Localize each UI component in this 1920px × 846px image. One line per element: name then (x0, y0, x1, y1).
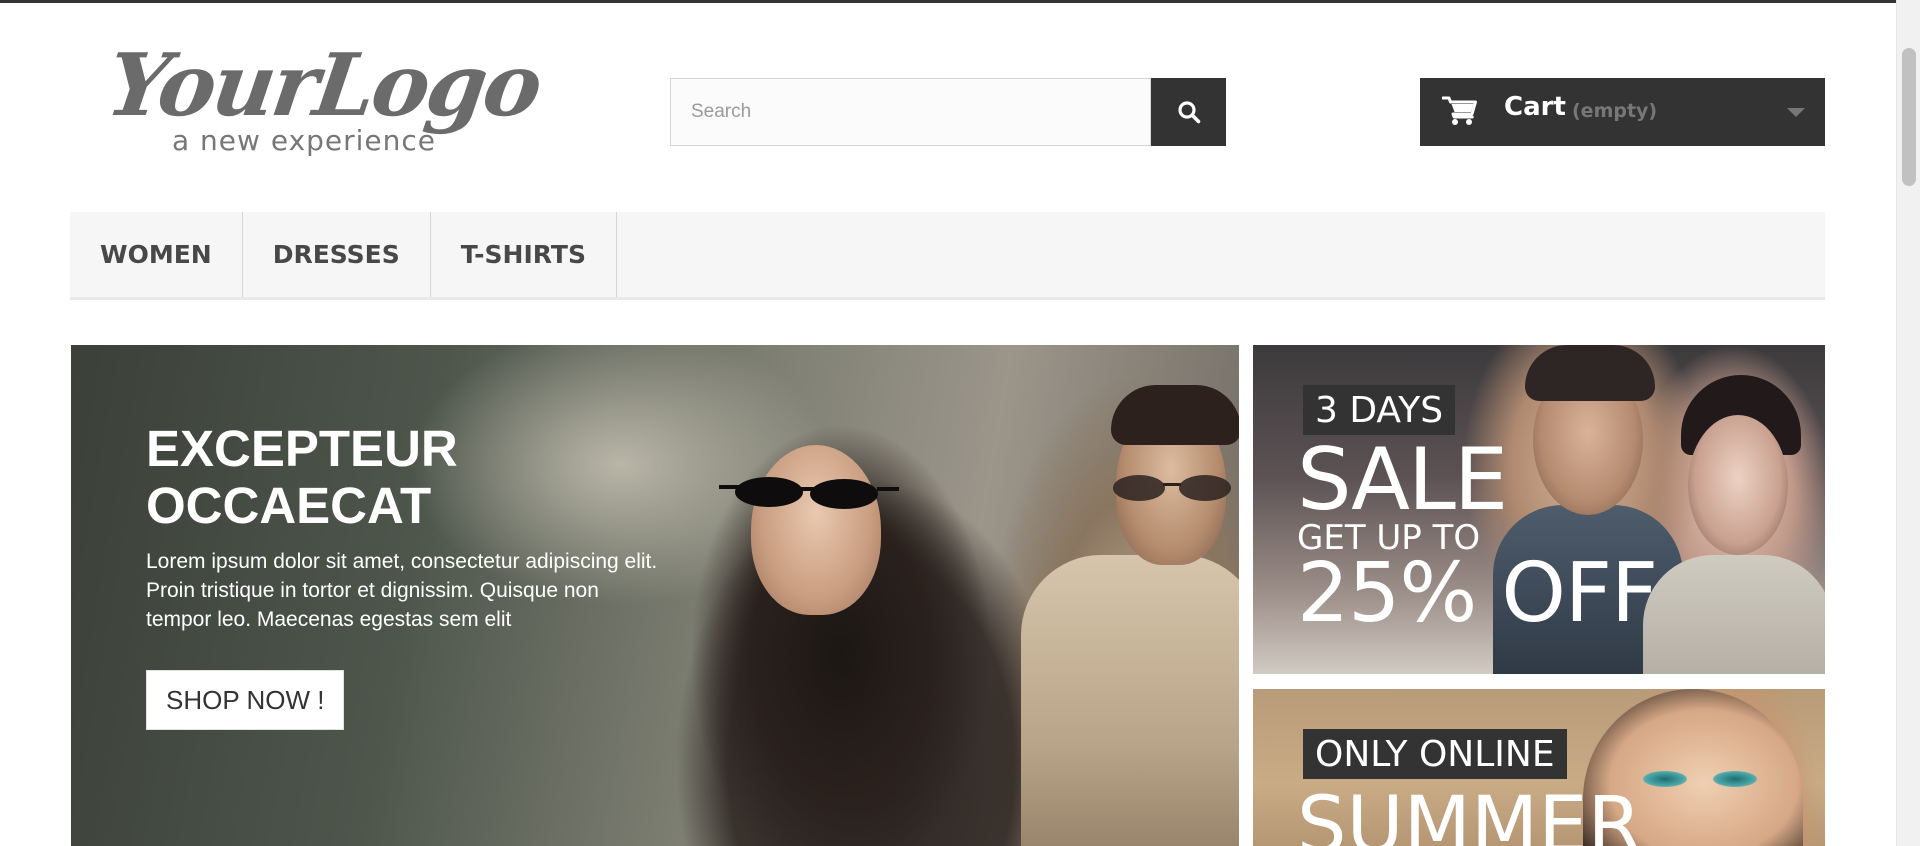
menu-item-t-shirts[interactable]: T-SHIRTS (431, 212, 617, 297)
banner-headline: SUMMER (1297, 781, 1642, 846)
main-menu: WOMEN DRESSES T-SHIRTS (70, 212, 1825, 300)
search-button[interactable] (1151, 78, 1226, 146)
scrollbar-thumb[interactable] (1902, 48, 1916, 186)
menu-item-dresses[interactable]: DRESSES (243, 212, 431, 297)
cart-label: Cart (1504, 92, 1566, 122)
banner-photo-eye-makeup (1713, 771, 1757, 787)
banner-photo-woman-face (1688, 415, 1788, 555)
slide-photo-woman-face (751, 445, 881, 615)
sunglasses-graphic (719, 477, 899, 509)
promo-banner-summer[interactable]: ONLY ONLINE SUMMER (1253, 689, 1825, 846)
banner-tag: 3 DAYS (1303, 385, 1456, 435)
top-border (0, 0, 1896, 3)
promo-banner-sale[interactable]: 3 DAYS SALE GET UP TO 25% OFF (1253, 345, 1825, 674)
slide-photo-man-jacket (1021, 555, 1239, 846)
sunglasses-graphic-man (1113, 475, 1231, 501)
search-input[interactable] (670, 78, 1151, 146)
slide-description: Lorem ipsum dolor sit amet, consectetur … (146, 550, 658, 631)
banner-photo-woman-coat (1643, 555, 1825, 674)
menu-item-women[interactable]: WOMEN (70, 212, 243, 297)
banner-photo-eye-makeup (1643, 771, 1687, 787)
banner-photo-man-hair (1525, 345, 1655, 401)
logo-wordmark: YourLogo (100, 35, 546, 136)
shop-now-button[interactable]: SHOP NOW ! (146, 670, 345, 730)
search-icon (1177, 101, 1200, 124)
page-scrollbar[interactable] (1896, 0, 1920, 846)
banner-tag: ONLY ONLINE (1303, 729, 1567, 779)
cart-status: (empty) (1572, 100, 1658, 122)
home-slider[interactable]: EXCEPTEUR OCCAECAT Lorem ipsum dolor sit… (71, 345, 1239, 846)
banner-discount: 25% OFF (1297, 546, 1658, 641)
chevron-down-icon (1787, 108, 1805, 117)
slide-photo-man-hair (1111, 385, 1239, 445)
banner-headline: SALE (1297, 430, 1508, 530)
search-form (670, 78, 1226, 146)
cart-button[interactable]: Cart (empty) (1420, 78, 1825, 146)
cart-icon (1442, 96, 1477, 125)
site-logo[interactable]: YourLogo a new experience (101, 35, 546, 164)
slide-title: EXCEPTEUR OCCAECAT (146, 420, 458, 534)
logo-tagline: a new experience (172, 124, 437, 157)
